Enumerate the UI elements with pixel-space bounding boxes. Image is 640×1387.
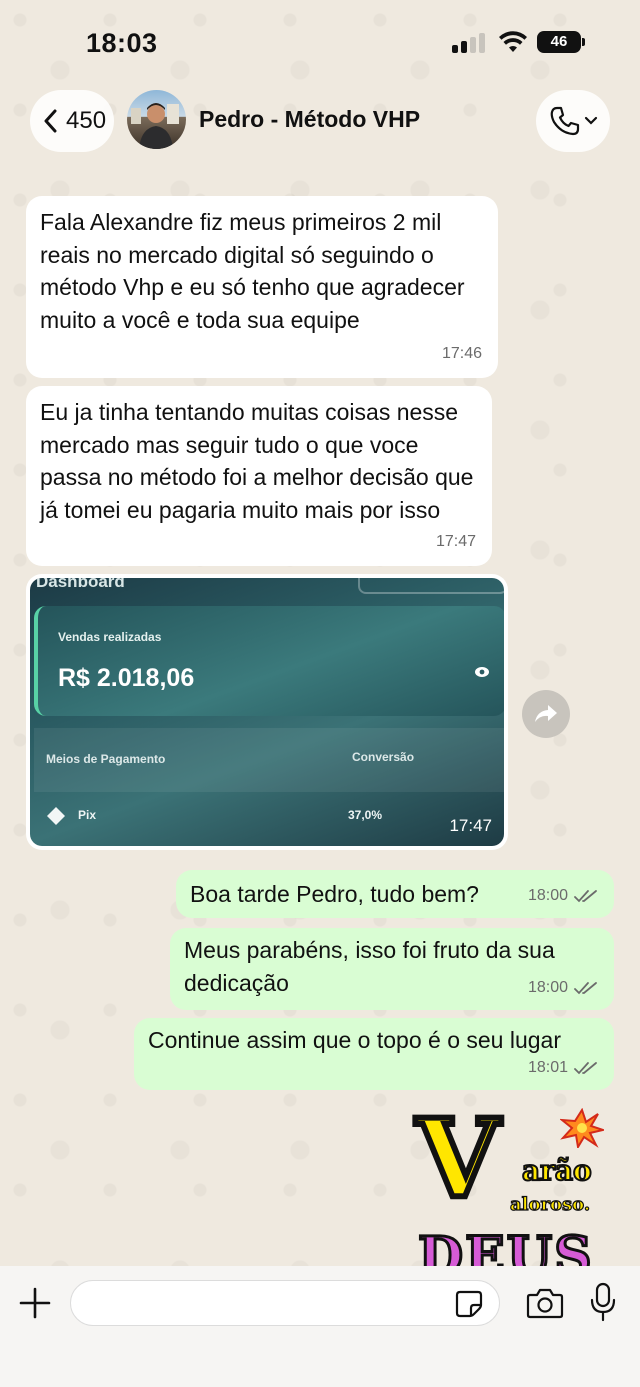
sticker-varao-valoroso[interactable]: V arão aloroso. DEUS [410,1100,620,1266]
pix-conversion: 37,0% [348,808,383,822]
battery-indicator: 46 [537,31,581,53]
forward-button[interactable] [522,690,570,738]
message-bubble-incoming[interactable]: Fala Alexandre fiz meus primeiros 2 mil … [26,196,498,378]
plus-icon[interactable] [18,1286,52,1320]
message-time: 17:47 [435,532,476,550]
contact-name[interactable]: Pedro - Método VHP [199,106,420,133]
message-meta: 18:00 [528,972,598,1005]
message-bubble-outgoing[interactable]: Boa tarde Pedro, tudo bem? 18:00 [176,870,614,918]
sticker-big-letter: V [413,1100,503,1222]
double-check-icon [574,981,597,995]
conversion-label: Conversão [352,750,415,764]
double-check-icon [574,1061,597,1075]
battery-tip [582,38,585,46]
chevron-down-icon [584,116,598,125]
sticker-word-2: aloroso. [509,1193,591,1215]
sticker-word-3: DEUS [417,1225,594,1267]
message-text: Fala Alexandre fiz meus primeiros 2 mil … [40,209,465,333]
wifi-icon [499,31,527,52]
dashboard-screenshot[interactable]: Dashboard Vendas realizadas R$ 2.018,06 … [30,578,504,846]
phone-icon [550,106,580,136]
message-meta: 18:00 [528,880,598,913]
back-button[interactable]: 450 [30,90,114,152]
message-meta: 17:46 [442,338,482,371]
image-message[interactable]: Dashboard Vendas realizadas R$ 2.018,06 … [26,574,508,850]
message-input[interactable] [70,1280,500,1326]
message-time: 18:01 [527,1058,568,1076]
eye-icon [475,667,489,677]
microphone-icon[interactable] [588,1282,618,1322]
message-meta: 17:47 [436,526,476,559]
status-bar: 18:03 46 [0,0,640,80]
message-bubble-outgoing[interactable]: Meus parabéns, isso foi fruto da sua ded… [170,928,614,1010]
forward-icon [535,705,557,722]
chevron-left-icon [44,109,57,133]
dashboard-filter-box [358,578,504,594]
call-button[interactable] [536,90,610,152]
cellular-signal-icon [452,33,488,53]
message-time: 18:00 [527,886,568,904]
pix-icon [47,807,65,825]
sales-label: Vendas realizadas [58,630,162,644]
unread-count: 450 [66,107,107,134]
payment-methods-label: Meios de Pagamento [46,752,166,766]
explosion-icon [560,1108,604,1148]
message-bubble-incoming[interactable]: Eu ja tinha tentando muitas coisas nesse… [26,386,492,566]
sticker-icon[interactable] [454,1289,484,1319]
message-time: 17:46 [441,344,482,362]
dashboard-label: Dashboard [36,578,125,591]
message-time: 18:00 [527,978,568,996]
camera-icon[interactable] [526,1286,564,1320]
pix-label: Pix [78,808,97,822]
message-meta: 18:01 [528,1052,598,1085]
message-time: 17:47 [449,816,492,835]
payment-methods-card: Meios de Pagamento Conversão [34,728,504,792]
avatar-photo [131,103,179,149]
message-bubble-outgoing[interactable]: Continue assim que o topo é o seu lugar … [134,1018,614,1090]
message-text: Eu ja tinha tentando muitas coisas nesse… [40,399,474,523]
status-time: 18:03 [86,28,158,58]
sales-card: Vendas realizadas R$ 2.018,06 [34,606,504,716]
sticker-word-1: arão [521,1153,593,1188]
double-check-icon [574,889,597,903]
contact-avatar[interactable] [127,90,186,149]
sales-value: R$ 2.018,06 [58,664,195,692]
